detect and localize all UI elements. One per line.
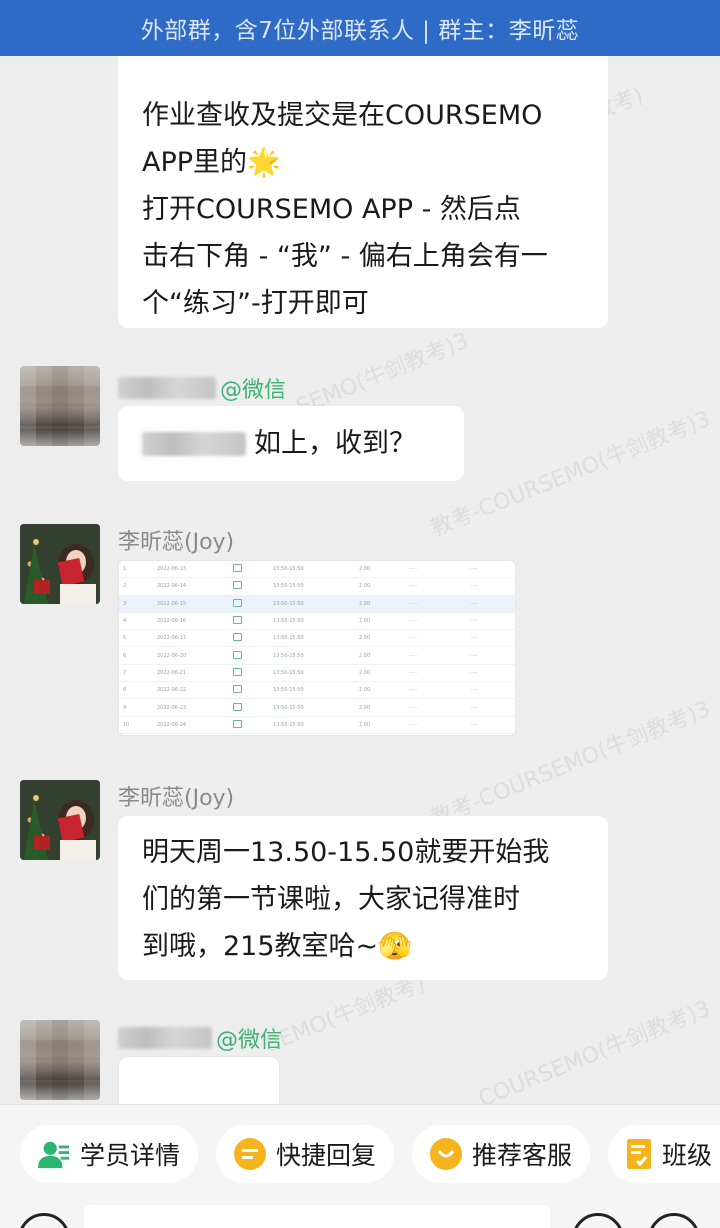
avatar-image <box>20 780 100 860</box>
sender-name: 李昕蕊(Joy) <box>118 786 235 811</box>
student-details-button[interactable]: 学员详情 <box>20 1125 198 1183</box>
sender-name: 李昕蕊(Joy) <box>118 530 235 555</box>
watermark: COURSEMO(牛剑教考)3 <box>475 996 715 1104</box>
message-bubble[interactable]: 明天周一13.50-15.50就要开始我 们的第一节课啦，大家记得准时 到哦，2… <box>118 816 608 980</box>
class-level-label: 班级 <box>662 1141 713 1170</box>
student-details-icon <box>38 1141 70 1169</box>
quick-reply-button[interactable]: 快捷回复 <box>216 1125 394 1183</box>
recommend-service-icon <box>430 1138 462 1170</box>
wechat-tag: @微信 <box>220 378 287 403</box>
avatar[interactable] <box>20 524 100 604</box>
message-bubble[interactable]: 作业查收及提交是在COURSEMO APP里的🌟 打开COURSEMO APP … <box>118 56 608 328</box>
chat-title: 外部群，含7位外部联系人 | 群主：李昕蕊 <box>140 18 580 44</box>
blurred-name <box>118 377 216 399</box>
avatar[interactable] <box>20 366 100 446</box>
avatar-image <box>20 524 100 604</box>
quick-reply-label: 快捷回复 <box>275 1141 376 1170</box>
message-bubble[interactable]: 如上，收到？ <box>118 406 464 481</box>
recommend-service-label: 推荐客服 <box>471 1141 572 1170</box>
voice-icon[interactable] <box>18 1213 70 1228</box>
quick-reply-icon <box>234 1138 266 1170</box>
message-text: 作业查收及提交是在COURSEMO APP里的🌟 打开COURSEMO APP … <box>142 100 548 319</box>
quick-action-bar: 学员详情 快捷回复 推荐客服 班级 <box>0 1104 720 1228</box>
sender-name: @微信 <box>118 372 286 404</box>
wechat-tag: @微信 <box>216 1028 283 1053</box>
avatar[interactable] <box>20 780 100 860</box>
student-details-label: 学员详情 <box>79 1141 180 1170</box>
blurred-mention <box>142 431 246 456</box>
recommend-service-button[interactable]: 推荐客服 <box>412 1125 590 1183</box>
emoji-icon[interactable] <box>572 1213 624 1228</box>
message-text: 如上，收到？ <box>254 427 416 459</box>
plus-icon[interactable] <box>648 1213 700 1228</box>
message-bubble[interactable] <box>118 1056 280 1104</box>
class-level-button[interactable]: 班级 <box>608 1125 720 1183</box>
avatar[interactable] <box>20 1020 100 1100</box>
message-text: 明天周一13.50-15.50就要开始我 们的第一节课啦，大家记得准时 到哦，2… <box>142 837 550 962</box>
sender-name: @微信 <box>118 1022 282 1054</box>
chat-header: 外部群，含7位外部联系人 | 群主：李昕蕊 <box>0 0 720 56</box>
blurred-name <box>118 1027 212 1049</box>
message-input[interactable] <box>84 1205 550 1228</box>
image-message[interactable]: 1 2022-06-13 13:50-15:50 2.00 ····· ···· 2 202… <box>118 560 516 736</box>
message-list[interactable]: (牛剑教考) SEMO(牛剑教考)3 教考-COURSEMO(牛剑教考)3 教考… <box>0 56 720 1104</box>
watermark: 教考-COURSEMO(牛剑教考)3 <box>427 406 715 542</box>
class-level-icon <box>627 1139 651 1169</box>
